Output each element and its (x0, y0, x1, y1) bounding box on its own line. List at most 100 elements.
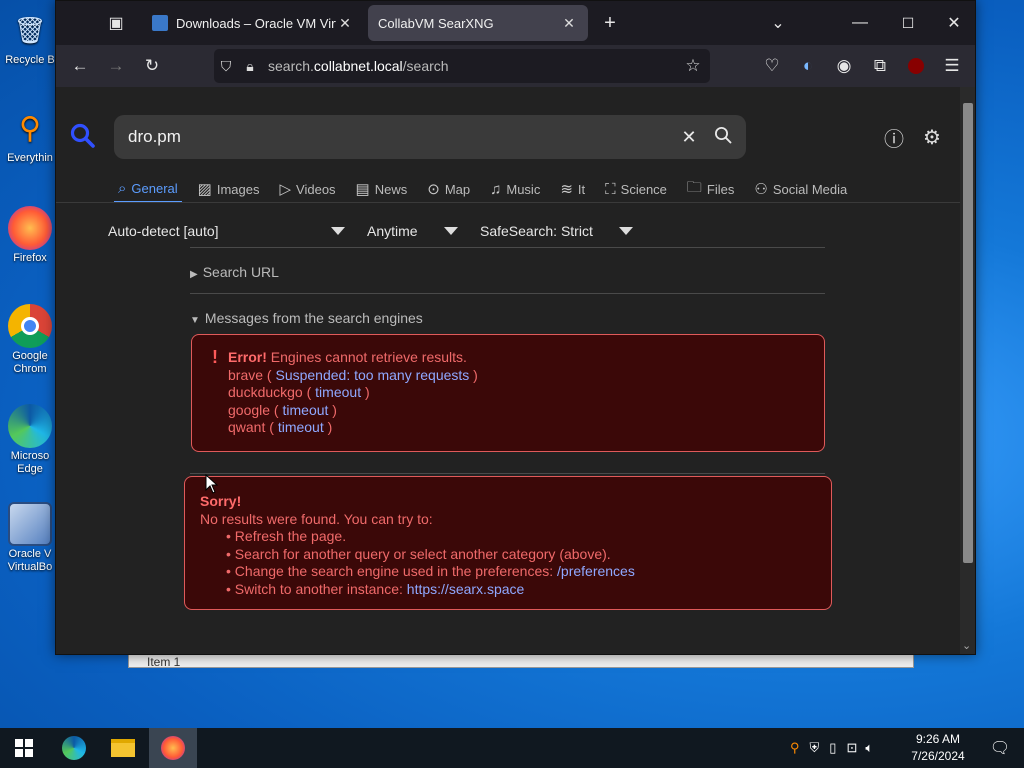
ublock-icon[interactable] (902, 52, 930, 80)
bookmark-star-icon[interactable]: ☆ (676, 56, 710, 76)
category-files[interactable]: 🗀 Files (683, 175, 738, 203)
divider (190, 293, 825, 294)
category-tabs: ⌕ General ▨ Images ▷ Videos ▤ News ⊙ Map ♫ Mus… (114, 175, 863, 205)
dropdown-arrow-icon (619, 227, 633, 235)
scroll-down-arrow-icon[interactable]: ⌄ (962, 639, 971, 652)
url-text[interactable]: search.collabnet.local/search (262, 58, 676, 74)
extensions-icon[interactable]: ⧉ (866, 52, 894, 80)
safesearch-select[interactable]: SafeSearch: Strict (480, 223, 633, 239)
everything-tray-icon[interactable]: ⚲ (790, 740, 800, 756)
desktop-icon-virtualbox[interactable]: Oracle V VirtualBo (0, 502, 60, 574)
category-videos[interactable]: ▷ Videos (275, 175, 339, 203)
dark-reader-icon[interactable]: ◐ (794, 52, 822, 80)
search-url-toggle[interactable]: ▶ Search URL (190, 264, 279, 280)
category-music[interactable]: ♫ Music (486, 175, 544, 203)
engine-error-alert: ! Error! Engines cannot retrieve results… (191, 334, 825, 452)
scrollbar-thumb[interactable] (963, 103, 973, 563)
system-clock[interactable]: 9:26 AM 7/26/2024 (900, 731, 976, 765)
taskbar-file-explorer-icon[interactable] (99, 728, 147, 768)
search-filters: Auto-detect [auto] Anytime SafeSearch: S… (108, 219, 655, 243)
search-submit-icon[interactable] (706, 126, 740, 149)
mouse-cursor-icon (205, 474, 219, 494)
security-shield-icon[interactable]: ⛨ (810, 740, 820, 756)
virtualbox-icon (8, 502, 52, 546)
divider (190, 247, 825, 248)
close-tab-icon[interactable]: ✕ (336, 15, 354, 32)
gear-icon[interactable]: ⚙ (918, 123, 946, 151)
close-tab-icon[interactable]: ✕ (560, 15, 578, 32)
time-range-select[interactable]: Anytime (367, 223, 458, 239)
triangle-right-icon: ▶ (190, 269, 198, 280)
tab-collabvm-searxng[interactable]: CollabVM SearXNG ✕ (368, 5, 588, 41)
start-windows-icon[interactable] (0, 728, 48, 768)
category-images[interactable]: ▨ Images (194, 175, 264, 203)
engine-error-reason-link[interactable]: Suspended: too many requests (275, 367, 469, 383)
system-tray: ⚲ ⛨ ▯ ⊡ 🔈︎ (790, 728, 873, 768)
search-input[interactable]: dro.pm (114, 127, 672, 147)
engine-error-reason-link[interactable]: timeout (278, 419, 324, 435)
category-science[interactable]: ⛶ Science (601, 175, 671, 203)
language-select[interactable]: Auto-detect [auto] (108, 223, 345, 239)
engine-error-reason-link[interactable]: timeout (315, 384, 361, 400)
pocket-icon[interactable]: ♡ (758, 52, 786, 80)
category-news[interactable]: ▤ News (352, 175, 412, 203)
preferences-link[interactable]: /preferences (557, 563, 635, 579)
category-social-media[interactable]: ⚇ Social Media (750, 175, 851, 203)
shield-icon[interactable]: ⛉ (214, 58, 238, 75)
desktop-icon-recycle-bin[interactable]: 🗑 Recycle B (0, 8, 60, 67)
desktop-icon-edge[interactable]: Microso Edge (0, 404, 60, 476)
taskbar-edge-icon[interactable] (50, 728, 98, 768)
url-bar[interactable]: ⛉ 🔒︎ search.collabnet.local/search ☆ (214, 49, 710, 83)
volume-muted-icon[interactable]: 🔈︎ (865, 740, 873, 756)
menu-hamburger-icon[interactable]: ☰ (938, 52, 966, 80)
engine-messages-toggle[interactable]: ▼ Messages from the search engines (190, 310, 423, 326)
recycle-bin-icon: 🗑 (13, 14, 47, 45)
layers-icon: ≋ (560, 181, 573, 198)
engine-error-row: google ( timeout ) (228, 401, 337, 418)
maximize-icon[interactable]: ☐ (894, 9, 922, 37)
users-icon: ⚇ (754, 181, 768, 198)
account-icon[interactable]: ◉ (830, 52, 858, 80)
info-icon[interactable]: ⓘ (880, 123, 908, 151)
newspaper-icon: ▤ (355, 181, 370, 198)
reload-icon[interactable]: ↻ (138, 52, 166, 80)
search-box: dro.pm ✕ (114, 115, 746, 159)
network-icon[interactable]: ⊡ (846, 740, 857, 756)
list-tabs-chevron-icon[interactable]: ⌄ (764, 9, 792, 37)
tab-overview-icon[interactable]: ▣ (102, 9, 130, 37)
engine-error-row: qwant ( timeout ) (228, 419, 333, 435)
play-icon: ▷ (279, 181, 292, 198)
category-map[interactable]: ⊙ Map (423, 175, 474, 203)
desktop-icon-chrome[interactable]: Google Chrom (0, 304, 60, 376)
forward-arrow-icon[interactable]: → (102, 52, 130, 80)
desktop-icon-everything[interactable]: ⚲ Everythin (0, 106, 60, 165)
back-arrow-icon[interactable]: ← (66, 52, 94, 80)
taskbar-firefox-icon[interactable] (149, 728, 197, 768)
searx-space-link[interactable]: https://searx.space (407, 581, 525, 597)
image-icon: ▨ (197, 181, 212, 198)
category-general[interactable]: ⌕ General (114, 175, 182, 203)
page-scrollbar[interactable]: ⌄ (960, 87, 975, 654)
notifications-icon[interactable]: 🗨︎ (976, 728, 1024, 768)
new-tab-button[interactable]: + (596, 9, 624, 37)
clear-search-icon[interactable]: ✕ (672, 127, 706, 148)
searxng-logo-icon[interactable] (70, 123, 96, 156)
usb-device-icon[interactable]: ▯ (829, 740, 836, 756)
suggestion-item: • Switch to another instance: https://se… (226, 580, 525, 597)
browser-window: ▣ Downloads – Oracle VM VirtualB ✕ Colla… (55, 0, 976, 655)
category-it[interactable]: ≋ It (556, 175, 589, 203)
tab-downloads[interactable]: Downloads – Oracle VM VirtualB ✕ (142, 5, 364, 41)
desktop-icon-firefox[interactable]: Firefox (0, 206, 60, 265)
dropdown-arrow-icon (331, 227, 345, 235)
files-icon: 🗀 (686, 178, 702, 196)
engine-error-reason-link[interactable]: timeout (283, 402, 329, 418)
no-results-alert: Sorry! No results were found. You can tr… (184, 476, 832, 610)
firefox-icon (8, 206, 52, 250)
engine-error-row: brave ( Suspended: too many requests ) (228, 366, 478, 383)
close-window-icon[interactable]: ✕ (940, 9, 968, 37)
virtualbox-favicon-icon (152, 15, 168, 31)
lock-icon[interactable]: 🔒︎ (238, 58, 262, 75)
exclamation-icon: ! (212, 347, 218, 367)
minimize-icon[interactable]: — (846, 9, 874, 37)
graduation-cap-icon: ⛶ (605, 180, 616, 198)
